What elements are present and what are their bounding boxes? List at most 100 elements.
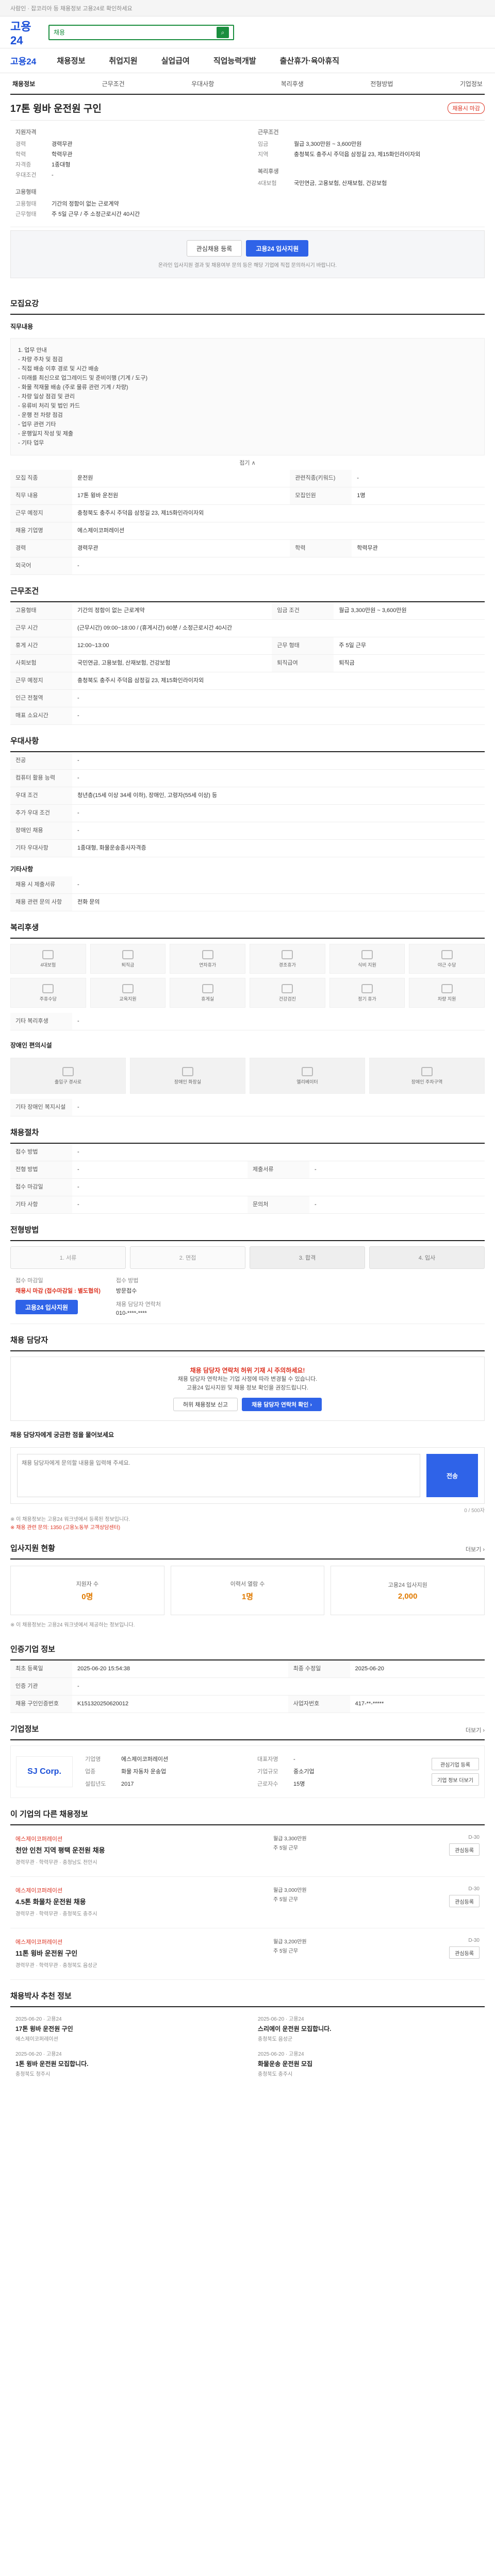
list-item[interactable]: 2025-06-20 · 고용24 1톤 윙바 운전원 모집합니다. 충청북도 청주…	[15, 2049, 237, 2077]
table-row: 모집 직종 운전원 관련직종(키워드) -	[10, 470, 485, 487]
summary-key: 임금	[258, 141, 269, 147]
blog-title-link[interactable]: 스리에이 운전원 모집합니다.	[258, 2024, 480, 2033]
table-key: 채용 구인인증번호	[10, 1695, 72, 1713]
company-more-link[interactable]: 더보기 ›	[466, 1726, 485, 1734]
gnb-item-employment-support[interactable]: 취업지원	[109, 55, 137, 66]
recruit-title: 모집요강	[10, 299, 39, 308]
deadline-badge: 채용시 마감	[448, 102, 485, 114]
company-card: SJ Corp. 기업명 에스제이코퍼레이션 대표자명 - 업종 화물 자동차 운송업…	[10, 1745, 485, 1798]
job-favorite-button[interactable]: 관심등록	[449, 1946, 480, 1959]
company-detail-button[interactable]: 기업 정보 더보기	[432, 1773, 479, 1786]
table-row: 우대 조건 청년층(15세 이상 34세 이하), 장애인, 고령자(55세 이상…	[10, 787, 485, 805]
summary-value: 충청북도 충주시 주덕읍 삼정길 23, 제15화인라이자외	[294, 151, 421, 158]
blog-source: 2025-06-20 · 고용24	[258, 2052, 304, 2057]
blog-title-link[interactable]: 17톤 윙바 운전원 구인	[15, 2024, 237, 2033]
company-key: 업종	[85, 1769, 96, 1775]
blog-desc: 충청북도 청주시	[15, 2072, 51, 2077]
process-title: 채용절차	[10, 1128, 39, 1137]
receipt-value: 채용시 마감 (접수마감일 : 별도협의)	[15, 1288, 101, 1294]
blog-title-link[interactable]: 화물운송 운전원 모집	[258, 2059, 480, 2068]
blog-grid: 2025-06-20 · 고용24 17톤 윙바 운전원 구인 에스제이코퍼레이션 …	[10, 2007, 485, 2084]
table-value: -	[72, 752, 485, 770]
job-favorite-button[interactable]: 관심등록	[449, 1843, 480, 1856]
stats-section-title: 입사지원 현황 더보기 ›	[10, 1532, 485, 1560]
list-item[interactable]: 2025-06-20 · 고용24 화물운송 운전원 모집충청북도 충주시	[258, 2049, 480, 2077]
memo-note: ※ 이 채용정보는 고용24 워크넷에서 등록된 정보입니다.	[10, 1517, 130, 1522]
memo-send-button[interactable]: 전송	[426, 1454, 478, 1497]
blog-title-link[interactable]: 1톤 윙바 운전원 모집합니다.	[15, 2059, 237, 2068]
gnb-item-vocational-training[interactable]: 직업능력개발	[213, 55, 256, 66]
tab-conditions[interactable]: 근무조건	[102, 79, 125, 88]
tab-prefer[interactable]: 우대사항	[191, 79, 214, 88]
summary-row: 지역 충청북도 충주시 주덕읍 삼정길 23, 제15화인라이자외	[258, 149, 480, 160]
list-item[interactable]: 2025-06-20 · 고용24 스리에이 운전원 모집합니다. 충청북도 음성군	[258, 2014, 480, 2042]
method-apply-button[interactable]: 고용24 입사지원	[15, 1300, 78, 1314]
tab-welfare[interactable]: 복리후생	[281, 79, 304, 88]
table-value: -	[72, 557, 485, 575]
welfare-label: 연차휴가	[199, 962, 217, 968]
coin-icon	[42, 984, 54, 993]
job-favorite-button[interactable]: 관심등록	[449, 1895, 480, 1907]
welfare-label: 퇴직금	[121, 962, 135, 968]
fold-toggle[interactable]: 접기 ∧	[10, 455, 485, 470]
welfare-label: 4대보험	[40, 962, 56, 968]
scrap-button[interactable]: 관심채용 등록	[186, 240, 242, 257]
search-bar[interactable]: 채용 ⌕	[48, 24, 234, 40]
table-value: -	[72, 1677, 485, 1696]
summary-value: 학력무관	[52, 151, 73, 158]
stats-more-link[interactable]: 더보기 ›	[466, 1545, 485, 1553]
summary-value: 월급 3,300만원 ~ 3,600만원	[294, 141, 362, 147]
tab-recruit[interactable]: 채용정보	[12, 79, 35, 88]
gnb-brand[interactable]: 고용24	[10, 54, 36, 67]
list-item[interactable]: 에스제이코퍼레이션 천안 인천 지역 평택 운전원 채용 경력무관 · 학력무관 ·…	[10, 1825, 485, 1877]
report-button[interactable]: 허위 채용정보 신고	[173, 1398, 238, 1411]
gnb-item-jobs[interactable]: 채용정보	[57, 55, 85, 66]
summary-left-heading: 지원자격	[15, 129, 37, 135]
clock-icon	[441, 950, 453, 959]
list-item[interactable]: 에스제이코퍼레이션 4.5톤 화물차 운전원 채용 경력무관 · 학력무관 · 충청…	[10, 1877, 485, 1928]
summary-value: 기간의 정함이 없는 근로계약	[52, 201, 119, 207]
welfare-grid: 4대보험 퇴직금 연차휴가 경조휴가 식비 지원 야근 수당 주휴수당 교육지원…	[10, 944, 485, 1008]
table-key: 장애인 채용	[10, 822, 72, 840]
facility-title: 장애인 편의시설	[10, 1042, 52, 1049]
memo-count: 0 / 500자	[464, 1508, 485, 1514]
search-input[interactable]: 채용	[54, 28, 65, 37]
table-key: 기타 우대사항	[10, 839, 72, 857]
safety-line: 채용 담당자 연락처는 기업 사정에 따라 변경될 수 있습니다.	[177, 1376, 318, 1382]
gnb-item-unemployment-benefit[interactable]: 실업급여	[161, 55, 190, 66]
similar-section-title: 이 기업의 다른 채용정보	[10, 1798, 485, 1825]
list-item[interactable]: 2025-06-20 · 고용24 17톤 윙바 운전원 구인 에스제이코퍼레이션	[15, 2014, 237, 2042]
calendar-icon	[202, 950, 213, 959]
summary-value: 경력무관	[52, 141, 73, 147]
table-row: 채용 기업명 에스제이코퍼레이션	[10, 522, 485, 540]
summary-left2-heading: 고용형태	[15, 189, 37, 195]
table-key: 기타 사항	[10, 1196, 72, 1214]
steps-title: 전형방법	[10, 1226, 39, 1234]
contact-check-button[interactable]: 채용 담당자 연락처 확인 ›	[241, 1398, 322, 1411]
job-cond: 월급 3,200만원 주 5일 근무	[273, 1938, 407, 1956]
gnb-item-parental-leave[interactable]: 출산휴가·육아휴직	[280, 55, 339, 66]
table-key: 근무 시간	[10, 619, 72, 637]
table-value: 국민연금, 고용보험, 산재보험, 건강보험	[72, 654, 272, 672]
table-value: -	[309, 1161, 485, 1179]
table-key: 매표 소요시간	[10, 707, 72, 725]
job-title-link[interactable]: 11톤 윙바 운전원 구인	[15, 1948, 263, 1958]
welfare-label: 주휴수당	[39, 996, 57, 1002]
list-item[interactable]: 에스제이코퍼레이션 11톤 윙바 운전원 구인 경력무관 · 학력무관 · 충청북도…	[10, 1928, 485, 1980]
search-icon[interactable]: ⌕	[217, 26, 229, 38]
tab-process[interactable]: 전형방법	[370, 79, 393, 88]
job-schedule: 주 5일 근무	[273, 1948, 298, 1954]
table-row: 기타 장애인 복지시설 -	[10, 1099, 485, 1116]
tab-company[interactable]: 기업정보	[460, 79, 483, 88]
company-key: 근로자수	[257, 1781, 278, 1787]
memo-input[interactable]	[17, 1454, 420, 1497]
job-title-link[interactable]: 4.5톤 화물차 운전원 채용	[15, 1896, 263, 1906]
table-row: 기타 복리후생 -	[10, 1013, 485, 1030]
company-key: 기업명	[85, 1756, 101, 1762]
favorite-company-button[interactable]: 관심기업 등록	[432, 1758, 479, 1770]
job-title-link[interactable]: 천안 인천 지역 평택 운전원 채용	[15, 1845, 263, 1855]
safety-line: 고용24 입사지원 및 채용 정보 확인을 권장드립니다.	[186, 1385, 309, 1391]
blog-desc: 충청북도 충주시	[258, 2072, 293, 2077]
site-logo[interactable]: 고용24	[10, 18, 41, 47]
apply-button[interactable]: 고용24 입사지원	[246, 240, 309, 257]
